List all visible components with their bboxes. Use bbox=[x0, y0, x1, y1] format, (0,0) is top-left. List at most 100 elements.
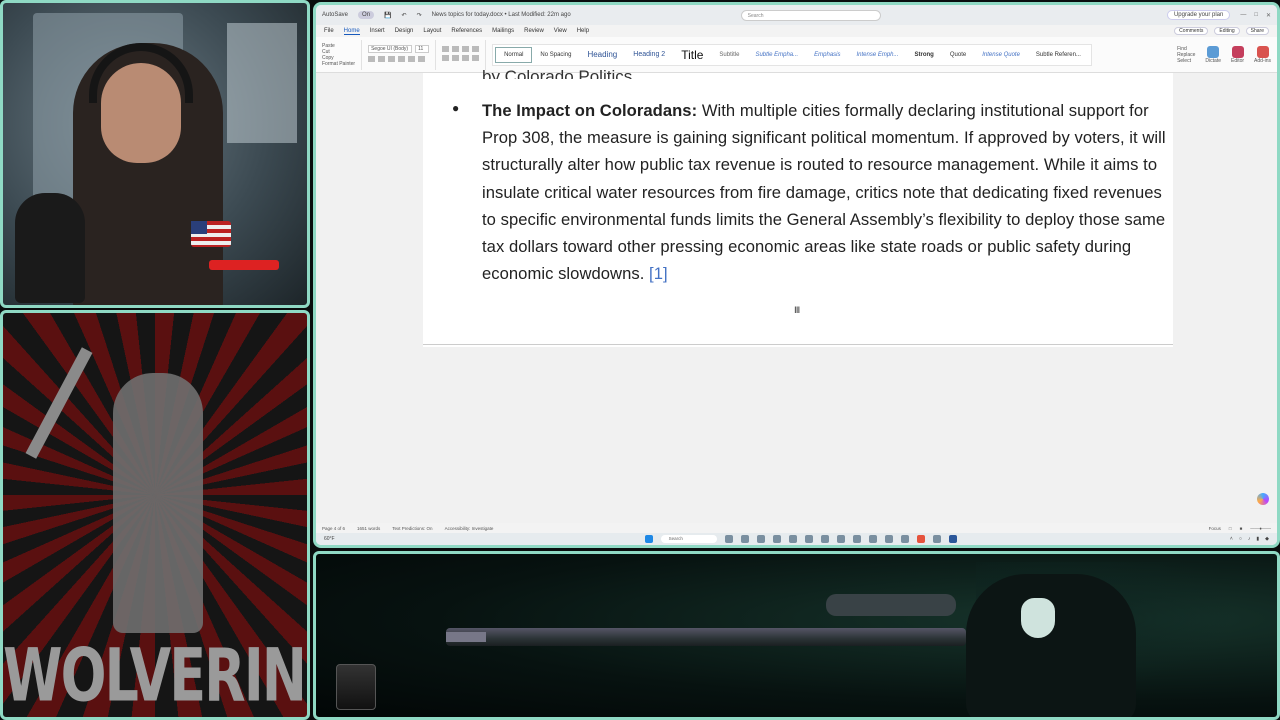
banner-rifle bbox=[446, 628, 966, 646]
close-icon[interactable]: ✕ bbox=[1266, 12, 1271, 19]
style-intense-emphasis[interactable]: Intense Emph... bbox=[848, 52, 906, 58]
tab-references[interactable]: References bbox=[451, 28, 482, 34]
tab-file[interactable]: File bbox=[324, 28, 334, 34]
bullet-paragraph[interactable]: The Impact on Coloradans: With multiple … bbox=[482, 97, 1172, 287]
highlight-icon[interactable] bbox=[408, 55, 416, 62]
style-strong[interactable]: Strong bbox=[907, 52, 942, 58]
style-title[interactable]: Title bbox=[673, 48, 711, 62]
select-button[interactable]: Select bbox=[1177, 58, 1195, 64]
editing-button[interactable]: Editing bbox=[1214, 27, 1240, 35]
addins-button[interactable]: Add-ins bbox=[1254, 45, 1271, 64]
app-icon[interactable] bbox=[932, 535, 941, 543]
browser-icon[interactable] bbox=[756, 535, 765, 543]
app-icon[interactable] bbox=[820, 535, 829, 543]
upgrade-button[interactable]: Upgrade your plan bbox=[1166, 10, 1231, 20]
text-predictions[interactable]: Text Predictions: On bbox=[392, 526, 432, 531]
word-icon[interactable] bbox=[948, 535, 957, 543]
document-title[interactable]: News topics for today.docx • Last Modifi… bbox=[432, 12, 571, 18]
app-icon[interactable] bbox=[740, 535, 749, 543]
battery-icon[interactable]: ▮ bbox=[1256, 536, 1259, 542]
style-subtle-emphasis[interactable]: Subtle Empha... bbox=[747, 52, 806, 58]
app-icon[interactable] bbox=[724, 535, 733, 543]
justify-icon[interactable] bbox=[472, 54, 480, 61]
search-input[interactable]: Search bbox=[740, 9, 881, 21]
focus-button[interactable]: Focus bbox=[1209, 526, 1221, 531]
app-icon[interactable] bbox=[836, 535, 845, 543]
indent-icon[interactable] bbox=[462, 45, 470, 52]
tab-design[interactable]: Design bbox=[395, 28, 414, 34]
copilot-icon[interactable] bbox=[1257, 493, 1269, 505]
italic-icon[interactable] bbox=[378, 55, 386, 62]
tab-insert[interactable]: Insert bbox=[370, 28, 385, 34]
maximize-icon[interactable]: □ bbox=[1254, 12, 1258, 19]
bullets-icon[interactable] bbox=[442, 45, 450, 52]
tab-home[interactable]: Home bbox=[343, 28, 360, 35]
strikethrough-icon[interactable] bbox=[398, 55, 406, 62]
format-painter-button[interactable]: Format Painter bbox=[322, 61, 355, 67]
tab-mailings[interactable]: Mailings bbox=[492, 28, 514, 34]
zoom-slider[interactable]: ——●—— bbox=[1250, 526, 1271, 531]
paragraph-group bbox=[442, 39, 487, 70]
taskbar-search[interactable]: Search bbox=[660, 535, 717, 543]
taskbar: 60°F Search ˄ ○ ♪ ▮ ◆ bbox=[316, 533, 1277, 545]
document-area[interactable]: by Colorado Politics. ● The Impact on Co… bbox=[316, 67, 1277, 523]
chevron-up-icon[interactable]: ˄ bbox=[1230, 536, 1233, 542]
align-right-icon[interactable] bbox=[462, 54, 470, 61]
autosave-toggle[interactable]: On bbox=[358, 11, 375, 19]
accessibility-status[interactable]: Accessibility: Investigate bbox=[445, 526, 494, 531]
app-icon[interactable] bbox=[788, 535, 797, 543]
style-normal[interactable]: Normal bbox=[495, 46, 533, 63]
align-center-icon[interactable] bbox=[452, 54, 460, 61]
dictate-button[interactable]: Dictate bbox=[1205, 45, 1221, 64]
comments-button[interactable]: Comments bbox=[1174, 27, 1209, 35]
underline-icon[interactable] bbox=[388, 55, 396, 62]
brave-icon[interactable] bbox=[916, 535, 925, 543]
app-icon[interactable] bbox=[900, 535, 909, 543]
sort-icon[interactable] bbox=[472, 45, 480, 52]
start-icon[interactable] bbox=[644, 535, 653, 543]
style-subtitle[interactable]: Subtitle bbox=[711, 52, 747, 58]
app-icon[interactable] bbox=[852, 535, 861, 543]
bell-icon[interactable]: ◆ bbox=[1265, 536, 1269, 542]
bold-icon[interactable] bbox=[368, 55, 376, 62]
folder-icon[interactable] bbox=[772, 535, 781, 543]
numbering-icon[interactable] bbox=[452, 45, 460, 52]
font-name-select[interactable]: Segoe UI (Body) bbox=[368, 44, 413, 53]
citation-link[interactable]: [1] bbox=[649, 264, 668, 283]
chrome-icon[interactable] bbox=[804, 535, 813, 543]
minimize-icon[interactable]: — bbox=[1240, 12, 1246, 19]
app-icon[interactable] bbox=[884, 535, 893, 543]
style-intense-quote[interactable]: Intense Quote bbox=[974, 52, 1028, 58]
share-button[interactable]: Share bbox=[1245, 27, 1269, 35]
align-left-icon[interactable] bbox=[442, 54, 450, 61]
word-count[interactable]: 1651 words bbox=[357, 526, 380, 531]
microphone bbox=[15, 193, 85, 303]
taskbar-apps: Search bbox=[644, 535, 957, 543]
cup-image bbox=[336, 664, 376, 710]
font-size-select[interactable]: 11 bbox=[415, 44, 430, 53]
font-color-icon[interactable] bbox=[418, 55, 426, 62]
print-layout-icon[interactable]: ■ bbox=[1240, 526, 1243, 531]
style-heading-2[interactable]: Heading 2 bbox=[625, 51, 673, 58]
save-icon[interactable]: 💾 bbox=[384, 12, 391, 19]
style-quote[interactable]: Quote bbox=[942, 52, 974, 58]
style-heading[interactable]: Heading bbox=[579, 50, 625, 59]
style-subtle-reference[interactable]: Subtle Referen... bbox=[1028, 52, 1089, 58]
tab-view[interactable]: View bbox=[554, 28, 567, 34]
volume-icon[interactable]: ♪ bbox=[1248, 536, 1251, 542]
wifi-icon[interactable]: ○ bbox=[1239, 536, 1242, 542]
app-icon[interactable] bbox=[868, 535, 877, 543]
flag-patch bbox=[191, 221, 231, 247]
redo-icon[interactable]: ↷ bbox=[417, 12, 422, 19]
undo-icon[interactable]: ↶ bbox=[402, 12, 407, 19]
clipboard-group: Paste Cut Copy Format Painter bbox=[322, 39, 363, 70]
tab-layout[interactable]: Layout bbox=[423, 28, 441, 34]
page-count[interactable]: Page 4 of 6 bbox=[322, 526, 345, 531]
tab-review[interactable]: Review bbox=[524, 28, 544, 34]
style-no-spacing[interactable]: No Spacing bbox=[532, 52, 579, 58]
editor-button[interactable]: Editor bbox=[1231, 45, 1244, 64]
weather-widget[interactable]: 60°F bbox=[324, 536, 335, 542]
style-emphasis[interactable]: Emphasis bbox=[806, 52, 848, 58]
read-mode-icon[interactable]: □ bbox=[1229, 526, 1232, 531]
tab-help[interactable]: Help bbox=[577, 28, 589, 34]
